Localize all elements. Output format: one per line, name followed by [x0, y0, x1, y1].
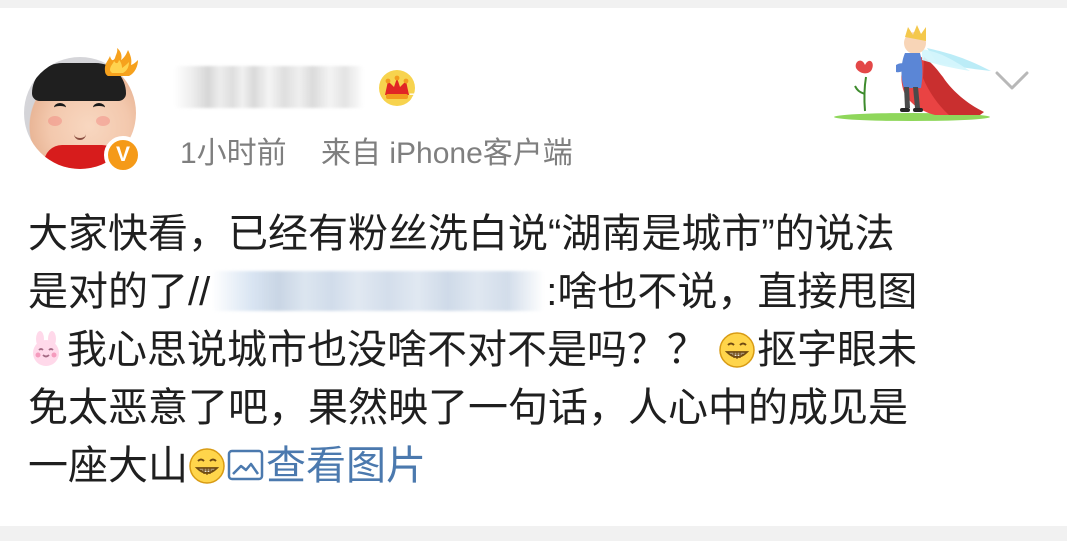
- grin-emoji-icon: [719, 332, 755, 368]
- redacted-user-handle[interactable]: [212, 271, 545, 311]
- chevron-down-icon[interactable]: [995, 71, 1029, 91]
- avatar-left-eye: [54, 103, 66, 112]
- post-line-5-text: 一座大山: [28, 444, 188, 488]
- avatar-left-cheek: [48, 116, 62, 126]
- post-meta: 1小时前 来自 iPhone客户端: [180, 134, 573, 174]
- grin-emoji-icon: [189, 448, 225, 484]
- post-line-1: 大家快看，已经有粉丝洗白说“湖南是城市”的说法: [28, 212, 895, 256]
- post-line-5: 一座大山 查看图片: [28, 437, 1028, 495]
- post-content: 大家快看，已经有粉丝洗白说“湖南是城市”的说法 是对的了// :啥也不说，直接甩图…: [28, 205, 1028, 495]
- avatar-mouth: [74, 134, 86, 140]
- post-line-2-start: 是对的了//: [28, 270, 211, 314]
- little-prince-decoration: [834, 25, 991, 121]
- avatar-decoration-icon: [104, 48, 138, 76]
- post-source: 来自 iPhone客户端: [321, 137, 573, 170]
- post-line-3: 我心思说城市也没啥不对不是吗？？ 抠字眼未: [28, 321, 1028, 379]
- post-line-3-end: 抠字眼未: [757, 328, 918, 372]
- post-line-3-text: 我心思说城市也没啥不对不是吗？？: [67, 328, 707, 372]
- crown-icon: 7: [379, 70, 416, 106]
- view-image-label[interactable]: 查看图片: [266, 444, 426, 488]
- username-redacted[interactable]: [174, 66, 364, 108]
- verified-badge-icon: V: [104, 136, 142, 174]
- post-line-4: 免太恶意了吧，果然映了一句话，人心中的成见是: [28, 386, 908, 430]
- post-time: 1小时前: [180, 137, 287, 170]
- vip-level-number: 7: [409, 91, 416, 105]
- post-line-2-end: :啥也不说，直接甩图: [546, 270, 918, 314]
- image-icon: [227, 449, 264, 481]
- rabbit-emoji-icon: [33, 331, 59, 366]
- weibo-post-card: V 7 1小时前 来自 iPhone客户端 大家快看，已经有粉丝洗白说“湖南是城…: [0, 8, 1067, 526]
- avatar-right-cheek: [96, 116, 110, 126]
- view-image-link[interactable]: 查看图片: [227, 444, 426, 488]
- post-line-2: 是对的了// :啥也不说，直接甩图: [28, 263, 1028, 321]
- author-avatar-group[interactable]: V: [24, 48, 142, 174]
- avatar-right-eye: [93, 103, 105, 112]
